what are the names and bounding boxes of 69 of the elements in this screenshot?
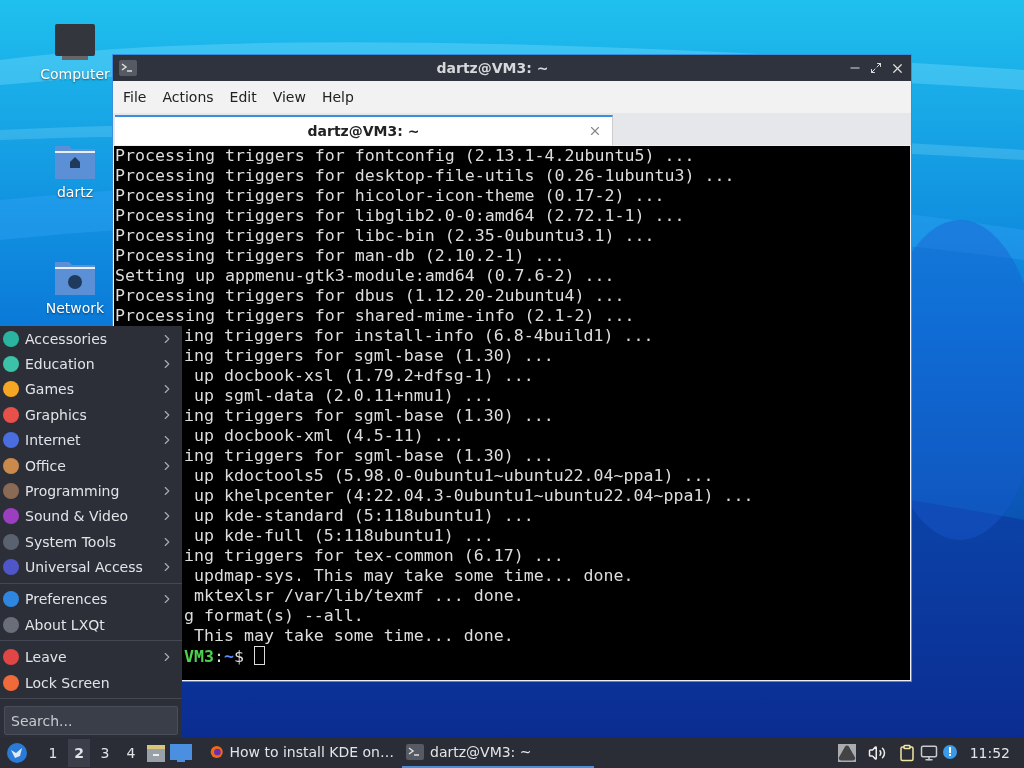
bird-logo-icon[interactable] [6,741,28,764]
menu-entry[interactable]: System Tools [0,529,182,555]
terminal-line: Processing triggers for man-db (2.10.2-1) ... [115,246,565,265]
window-title: dartz@VM3: ~ [435,60,550,76]
network-icon[interactable] [919,743,938,762]
menu-entry[interactable]: Universal Access [0,554,182,580]
volume-icon[interactable] [867,743,886,762]
monitor-icon [54,22,96,62]
menu-entry[interactable]: Accessories [0,326,182,352]
search-field[interactable]: Search... [4,706,178,735]
terminal-line: Processing triggers for dbus (1.12.20-2ubuntu4) ... [115,286,625,305]
menu-entry[interactable]: About LXQt [0,612,182,638]
terminal-line: up kdoctools5 (5.98.0-0ubuntu1~ubuntu22.04~ppa1) ... [193,466,714,485]
maximize-icon[interactable] [870,62,882,74]
terminal-line: Processing triggers for hicolor-icon-theme (0.17-2) ... [115,186,665,205]
desktop-switch-button[interactable]: 3 [94,738,116,767]
menu-entry[interactable]: Games [0,376,182,403]
desktop-switch-button[interactable]: 4 [120,738,142,767]
file-cabinet-icon[interactable] [146,742,166,763]
terminal-line: Processing triggers for shared-mime-info (2.1-2) ... [115,306,635,325]
terminal-line: up sgml-data (2.0.11+nmu1) ... [193,386,494,405]
menu-entry[interactable]: Leave [0,644,182,670]
terminal-line: This may take some time... done. [193,626,514,645]
terminal-line: Processing triggers for libglib2.0-0:amd64 (2.72.1-1) ... [115,206,685,225]
terminal-line: up kde-full (5:118ubuntu1) ... [193,526,494,545]
terminal-icon [119,60,137,76]
terminal-line: up docbook-xml (4.5-11) ... [193,426,464,445]
terminal-line: mktexlsr /var/lib/texmf ... done. [193,586,524,605]
desktop-switch-button[interactable]: 2 [68,738,90,767]
terminal-line: up kde-standard (5:118ubuntu1) ... [193,506,534,525]
text-cursor [254,646,265,665]
notification-icon[interactable] [941,743,960,762]
terminal-icon [406,743,424,760]
menu-item[interactable]: File [115,89,155,105]
terminal-line: Processing triggers for fontconfig (2.13.1-4.2ubuntu5) ... [115,146,695,165]
terminal-line: ing triggers for sgml-base (1.30) ... [184,446,554,465]
desktop-icon-label[interactable]: Network [45,300,105,316]
menu-item[interactable]: Edit [221,89,265,105]
clipboard-icon[interactable] [897,743,916,762]
menu-entry[interactable]: Programming [0,478,182,504]
menu-entry[interactable]: Preferences [0,586,182,613]
terminal-line: ing triggers for sgml-base (1.30) ... [184,346,554,365]
show-desktop-icon[interactable] [170,743,192,762]
menu-entry[interactable]: Education [0,351,182,377]
terminal-line: Setting up appmenu-gtk3-module:amd64 (0.7.6-2) ... [115,266,615,285]
menu-item[interactable]: View [264,89,314,105]
menu-entry[interactable]: Office [0,452,182,479]
menu-entry[interactable]: Internet [0,427,182,453]
terminal-line: Processing triggers for libc-bin (2.35-0ubuntu3.1) ... [115,226,655,245]
eject-icon[interactable] [837,743,856,762]
desktop-switch-button[interactable]: 1 [42,738,64,767]
terminal-tab[interactable]: dartz@VM3: ~ [115,115,613,145]
terminal-line: ing triggers for install-info (6.8-4build1) ... [184,326,654,345]
terminal-line: ing triggers for tex-common (6.17) ... [184,546,564,565]
taskbar-task[interactable]: dartz@VM3: ~ [402,737,594,768]
menu-entry[interactable]: Graphics [0,402,182,428]
taskbar-task[interactable]: How to install KDE on… [206,737,398,768]
terminal-line: ing triggers for sgml-base (1.30) ... [184,406,554,425]
menu-item[interactable]: Help [313,89,362,105]
terminal-line: up docbook-xsl (1.79.2+dfsg-1) ... [193,366,534,385]
terminal-line: updmap-sys. This may take some time... done. [193,566,634,585]
terminal-line: g format(s) --all. [184,606,364,625]
menu-item[interactable]: Actions [154,89,222,105]
terminal-prompt: VM3:~$ [184,647,244,666]
menu-entry[interactable]: Sound & Video [0,503,182,529]
clock[interactable]: 11:52 [969,744,1010,761]
terminal-line: Processing triggers for desktop-file-utils (0.26-1ubuntu3) ... [115,166,735,185]
terminal-line: up khelpcenter (4:22.04.3-0ubuntu1~ubuntu22.04~ppa1) ... [193,486,754,505]
menu-entry[interactable]: Lock Screen [0,669,182,696]
